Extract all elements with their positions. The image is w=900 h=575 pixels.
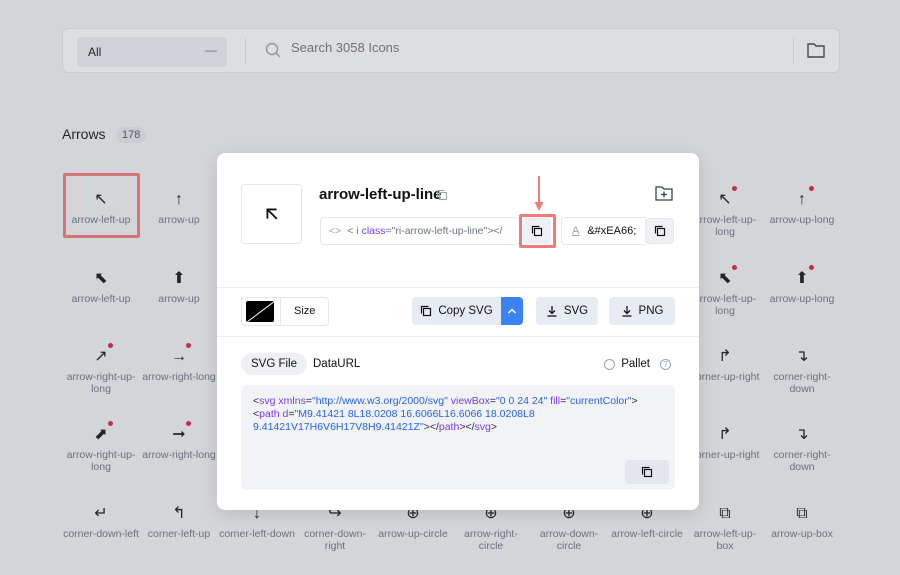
icon-preview xyxy=(241,184,302,244)
svg-code-block: <svg xmlns="http://www.w3.org/2000/svg" … xyxy=(241,385,675,490)
download-png-button[interactable]: PNG xyxy=(609,297,675,325)
download-icon xyxy=(622,306,632,317)
unicode-value: &#xEA66; xyxy=(587,225,637,237)
annotation-arrow-icon xyxy=(534,176,544,211)
code-brackets-icon: <> xyxy=(329,225,342,237)
font-icon: A xyxy=(572,225,580,237)
svg-label: SVG xyxy=(563,305,589,317)
png-label: PNG xyxy=(638,305,664,317)
icon-name-title: arrow-left-up-line xyxy=(319,186,442,203)
divider xyxy=(280,298,281,325)
help-icon[interactable]: ? xyxy=(660,358,671,370)
download-svg-button[interactable]: SVG xyxy=(536,297,598,325)
size-button[interactable]: Size xyxy=(294,305,315,317)
copy-icon xyxy=(421,305,432,317)
add-to-collection-icon[interactable] xyxy=(655,185,673,202)
divider xyxy=(217,336,699,337)
copy-options-dropdown[interactable] xyxy=(501,297,523,325)
copy-code-button[interactable] xyxy=(625,460,669,484)
chevron-up-icon xyxy=(507,308,517,314)
arrow-left-up-icon xyxy=(266,208,278,220)
unicode-field[interactable]: A &#xEA66; xyxy=(561,217,646,245)
download-icon xyxy=(547,306,557,317)
copy-icon xyxy=(654,225,665,237)
copy-svg-label: Copy SVG xyxy=(438,305,493,317)
copy-button-highlight xyxy=(519,214,556,248)
code-line: <svg xmlns="http://www.w3.org/2000/svg" … xyxy=(253,395,638,407)
tab-data-url[interactable]: DataURL xyxy=(313,358,360,370)
code-line: <path d="M9.41421 8L18.0208 16.6066L16.6… xyxy=(253,408,535,433)
code-text: ="ri-arrow-left-up-line"></ xyxy=(385,225,503,237)
copy-unicode-button[interactable] xyxy=(645,218,674,244)
radio-icon[interactable] xyxy=(604,358,616,370)
color-size-control: Size xyxy=(241,297,329,326)
pallet-label: Pallet xyxy=(621,358,650,370)
html-code-field[interactable]: <> < i class="ri-arrow-left-up-line"></ xyxy=(320,217,520,245)
code-text: i xyxy=(356,225,359,237)
tab-svg-file[interactable]: SVG File xyxy=(241,353,308,375)
copy-svg-button[interactable]: Copy SVG xyxy=(412,297,501,325)
color-swatch[interactable] xyxy=(246,301,274,322)
pallet-toggle[interactable]: Pallet ? xyxy=(604,358,671,370)
copy-icon[interactable] xyxy=(436,189,448,201)
code-text: class xyxy=(361,225,386,237)
icon-detail-modal: arrow-left-up-line <> < i class="ri-arrow… xyxy=(217,153,699,510)
copy-icon xyxy=(641,466,653,478)
code-text: < xyxy=(347,225,354,237)
divider xyxy=(217,287,699,288)
